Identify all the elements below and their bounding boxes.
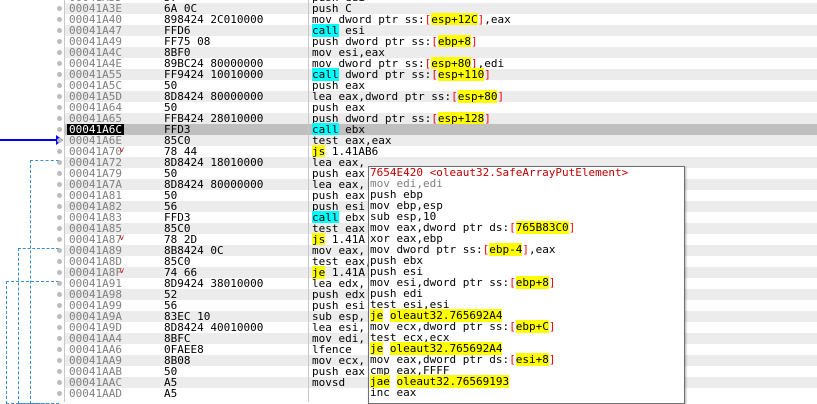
instruction-bytes: 8D9424 38010000 (164, 277, 264, 290)
instruction-bytes: 8D8424 80000000 (164, 90, 264, 103)
breakpoint-dot-icon[interactable] (57, 369, 62, 374)
breakpoint-dot-icon[interactable] (57, 314, 62, 319)
breakpoint-dot-icon[interactable] (57, 17, 62, 22)
breakpoint-dot-icon[interactable] (57, 204, 62, 209)
instruction-address[interactable]: 00041AAD (69, 388, 122, 399)
breakpoint-dot-icon[interactable] (57, 391, 62, 396)
tooltip-body: mov edi,edi push ebp mov ebp,esp sub esp,10… (369, 178, 684, 398)
column-divider (64, 0, 65, 402)
tooltip-line: inc eax (370, 386, 417, 399)
instruction-bytes: A5 (164, 387, 178, 400)
breakpoint-dot-icon[interactable] (57, 226, 62, 231)
breakpoint-dot-icon[interactable] (57, 171, 62, 176)
breakpoint-dot-icon[interactable] (57, 182, 62, 187)
breakpoint-dot-icon[interactable] (57, 39, 62, 44)
instruction-bytes: 8D8424 18010000 (164, 156, 264, 169)
breakpoint-dot-icon[interactable] (57, 116, 62, 121)
tooltip-line: jae oleaut32.76569193 (370, 375, 510, 388)
breakpoint-dot-icon[interactable] (57, 259, 62, 264)
breakpoint-dot-icon[interactable] (57, 127, 62, 132)
breakpoint-dot-icon[interactable] (57, 358, 62, 363)
breakpoint-dot-icon[interactable] (57, 193, 62, 198)
breakpoint-dot-icon[interactable] (57, 61, 62, 66)
breakpoint-dot-icon[interactable] (57, 6, 62, 11)
breakpoint-dot-icon[interactable] (57, 215, 62, 220)
breakpoint-dot-icon[interactable] (57, 160, 62, 165)
breakpoint-dot-icon[interactable] (57, 292, 62, 297)
breakpoint-dot-icon[interactable] (57, 281, 62, 286)
breakpoint-dot-icon[interactable] (57, 72, 62, 77)
column-divider (308, 0, 309, 402)
jump-line-je (6, 281, 59, 404)
instruction-bytes: 8D8424 80000000 (164, 178, 264, 191)
breakpoint-dot-icon[interactable] (57, 83, 62, 88)
breakpoint-dot-icon[interactable] (57, 270, 62, 275)
instruction-text[interactable]: movsd (312, 377, 345, 388)
breakpoint-dot-icon[interactable] (57, 149, 62, 154)
breakpoint-dot-icon[interactable] (57, 336, 62, 341)
breakpoint-dot-icon[interactable] (57, 248, 62, 253)
breakpoint-dot-icon[interactable] (57, 50, 62, 55)
breakpoint-dot-icon[interactable] (57, 237, 62, 242)
breakpoint-dot-icon[interactable] (57, 94, 62, 99)
breakpoint-dot-icon[interactable] (57, 347, 62, 352)
breakpoint-dot-icon[interactable] (57, 325, 62, 330)
current-instruction-arrow (0, 139, 60, 141)
breakpoint-dot-icon[interactable] (57, 303, 62, 308)
breakpoint-dot-icon[interactable] (57, 28, 62, 33)
function-preview-tooltip: 7654E420 <oleaut32.SafeArrayPutElement> … (368, 166, 685, 404)
breakpoint-dot-icon[interactable] (57, 380, 62, 385)
breakpoint-dot-icon[interactable] (57, 138, 62, 143)
instruction-bytes: FF9424 10010000 (164, 68, 264, 81)
breakpoint-dot-icon[interactable] (57, 105, 62, 110)
